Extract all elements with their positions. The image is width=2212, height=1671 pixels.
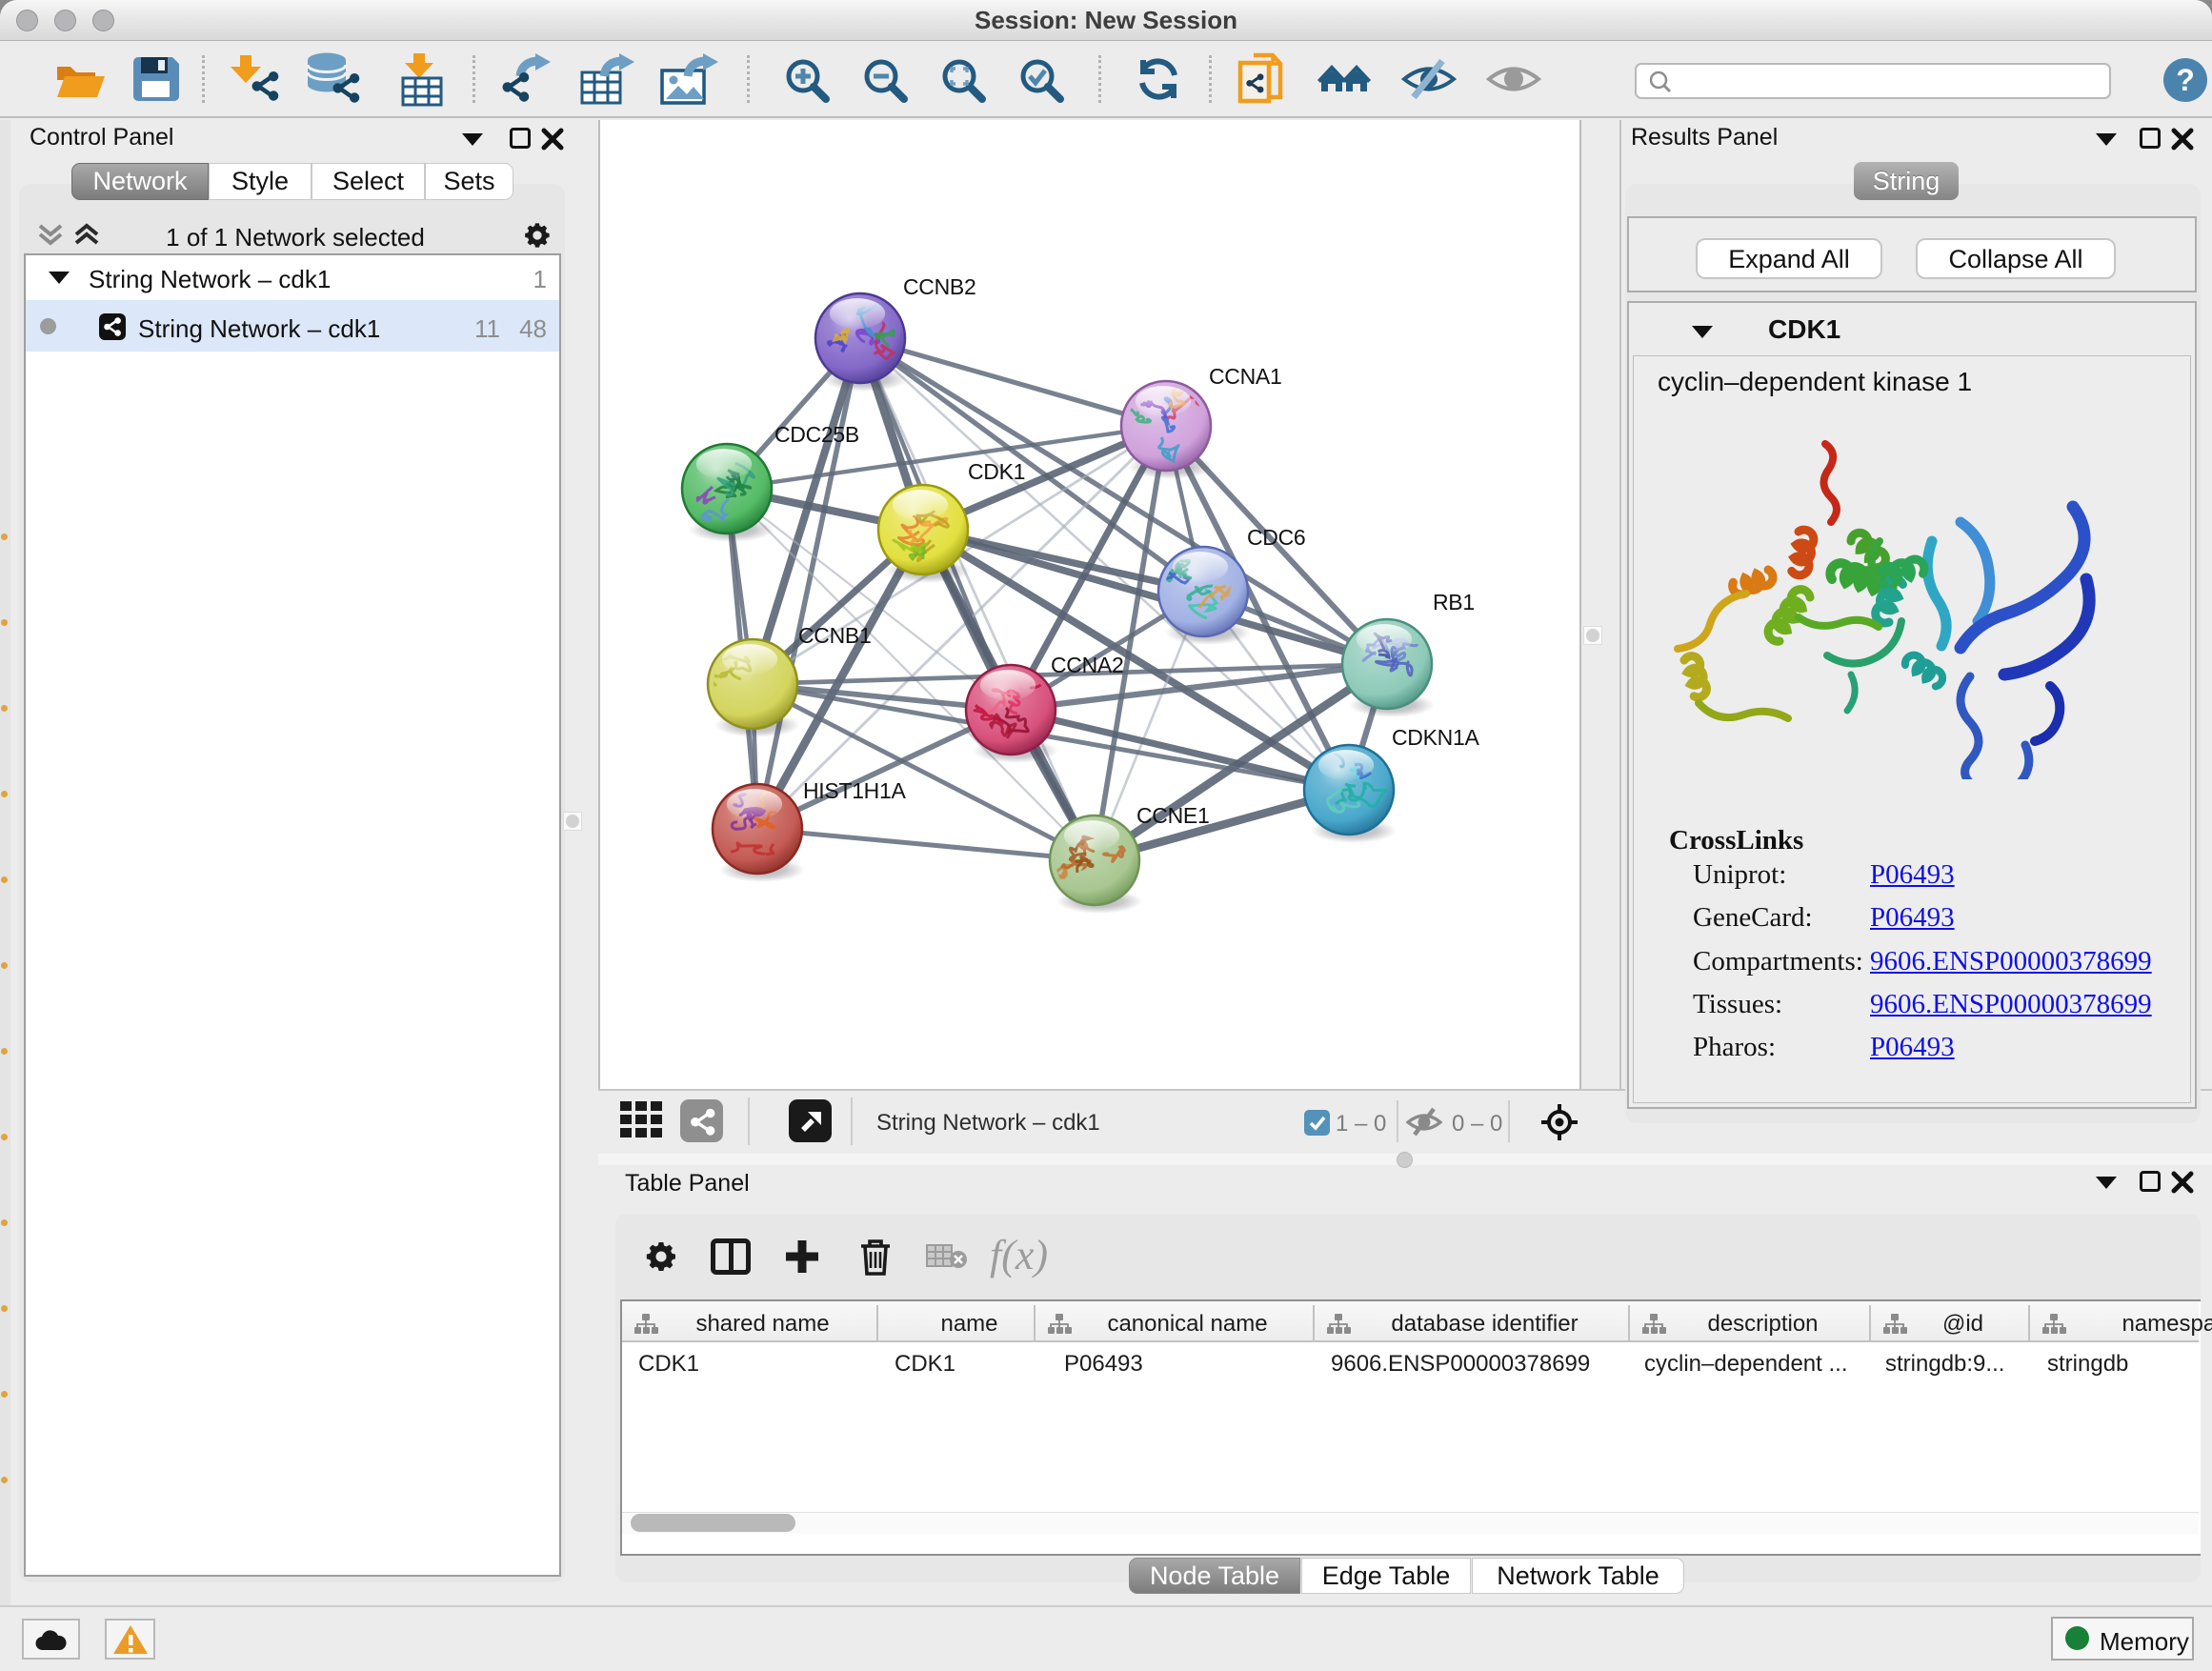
svg-text:CCNA1: CCNA1 [1209,364,1281,389]
svg-text:CDKN1A: CDKN1A [1392,725,1479,750]
svg-text:CDK1: CDK1 [968,459,1025,484]
svg-text:CDC25B: CDC25B [774,422,859,447]
svg-text:CCNB1: CCNB1 [798,623,871,648]
svg-text:CCNE1: CCNE1 [1136,803,1209,828]
svg-text:CDC6: CDC6 [1247,525,1305,550]
svg-text:HIST1H1A: HIST1H1A [803,778,906,803]
svg-text:CCNB2: CCNB2 [903,274,975,299]
svg-text:CCNA2: CCNA2 [1051,653,1123,677]
svg-text:RB1: RB1 [1433,590,1475,614]
